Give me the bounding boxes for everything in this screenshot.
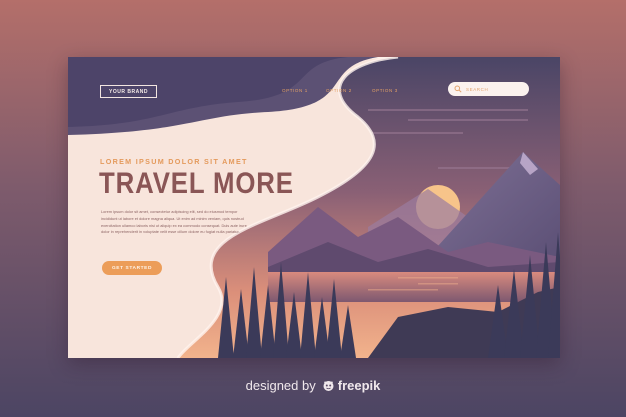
nav-option-1[interactable]: OPTION 1 bbox=[282, 88, 308, 93]
credit-prefix: designed by bbox=[245, 378, 316, 393]
nav-option-3[interactable]: OPTION 3 bbox=[372, 88, 398, 93]
get-started-button[interactable]: GET STARTED bbox=[102, 261, 162, 275]
brand-logo[interactable]: YOUR BRAND bbox=[100, 85, 157, 98]
search-icon bbox=[454, 85, 462, 93]
freepik-logo-icon bbox=[323, 381, 334, 391]
hero-eyebrow: LOREM IPSUM DOLOR SIT AMET bbox=[100, 157, 248, 166]
credit-line: designed by freepik bbox=[0, 378, 626, 393]
freepik-link[interactable]: freepik bbox=[322, 378, 381, 393]
landscape-illustration bbox=[68, 57, 560, 358]
credit-brand: freepik bbox=[337, 378, 381, 393]
hero-headline: TRAVEL MORE bbox=[99, 167, 294, 200]
search-input[interactable]: SEARCH bbox=[448, 82, 529, 96]
hero-body-text: Lorem ipsum dolor sit amet, consectetur … bbox=[101, 209, 247, 235]
landing-card: YOUR BRAND OPTION 1 OPTION 2 OPTION 3 SE… bbox=[68, 57, 560, 358]
search-placeholder: SEARCH bbox=[466, 86, 489, 92]
nav-option-2[interactable]: OPTION 2 bbox=[326, 88, 352, 93]
